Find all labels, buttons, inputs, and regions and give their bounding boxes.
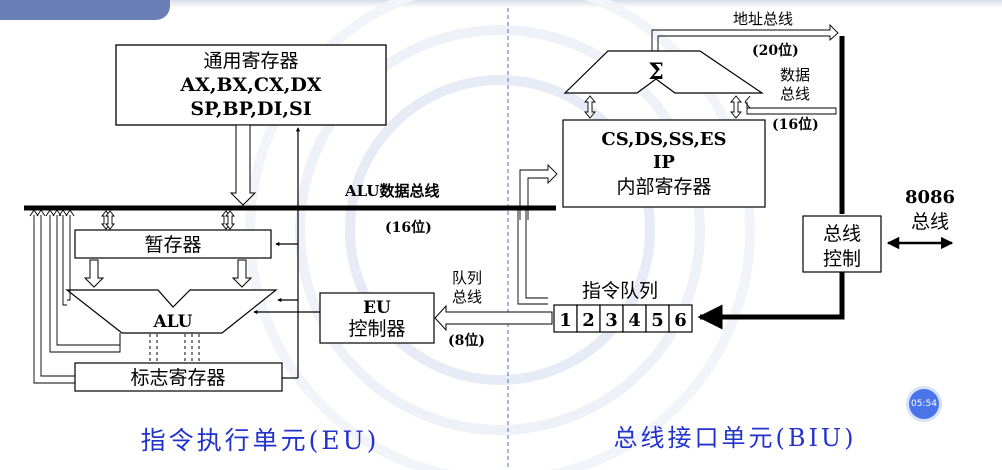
flags-register-label: 标志寄存器 [130,367,225,389]
queue-slot-number: 1 [559,310,572,331]
queue-bus-line1: 队列 [452,269,482,287]
bus-control-line1: 总线 [823,223,861,245]
adder-address-path [651,23,839,51]
eu-control-line2: 控制器 [348,318,405,340]
queue-to-eu-arrow [434,304,553,332]
bus-control-to-queue [697,272,845,330]
queue-slot-number: 6 [674,310,687,331]
temp-register-label: 暂存器 [144,234,201,256]
general-registers-line2: SP,BP,DI,SI [190,98,311,120]
address-bus-width: (20位) [752,42,799,59]
eu-title: 指令执行单元(EU) [141,426,380,455]
segment-registers-line1: CS,DS,SS,ES [601,129,726,150]
queue-slot-number: 4 [628,310,641,331]
bus-control-line2: 控制 [823,248,861,270]
instruction-queue-label: 指令队列 [582,280,658,302]
alu-bus-width: (16位) [385,219,432,236]
queue-slot-number: 3 [605,310,618,331]
bus-temp-arrows [101,210,235,230]
queue-slot-number: 2 [582,310,595,331]
general-registers-line1: AX,BX,CX,DX [179,74,321,96]
temp-alu-arrows [83,259,253,288]
data-bus-line2: 总线 [780,85,810,103]
alu-label: ALU [152,312,192,332]
bus-to-queue-path [517,163,558,305]
regs-to-bus-arrow [229,124,257,206]
eu-biu-diagram: ALU数据总线 (16位) 通用寄存器 AX,BX,CX,DX SP,BP,DI… [24,0,955,470]
adder-symbol: Σ [648,59,664,85]
biu-title: 总线接口单元(BIU) [613,424,856,452]
address-bus-label: 地址总线 [733,10,793,28]
eu-control-line1: EU [363,298,391,318]
data-bus-width: (16位) [772,116,819,133]
data-bus-line1: 数据 [780,66,810,84]
system-bus-line2: 总线 [911,211,949,233]
system-bus-line1: 8086 [905,187,955,208]
alu-flags-dashes [149,334,200,362]
alu-bus-label: ALU数据总线 [344,182,439,200]
segment-registers-line2: IP [653,152,675,173]
general-registers-label: 通用寄存器 [203,50,298,72]
instruction-queue: 123456 [553,304,693,333]
timer-badge[interactable]: 05:54 [909,389,939,419]
segment-registers-line3: 内部寄存器 [616,176,711,198]
queue-slot-number: 5 [651,310,664,331]
queue-bus-line2: 总线 [452,288,482,306]
queue-bus-width: (8位) [448,332,485,349]
